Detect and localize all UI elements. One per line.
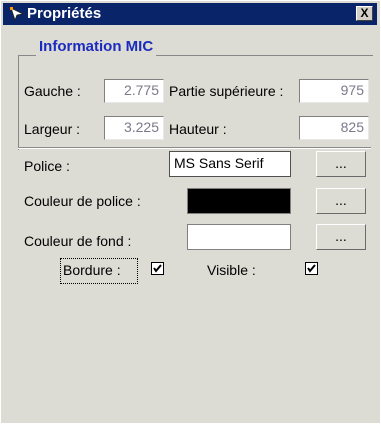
bg-color-label: Couleur de fond : bbox=[24, 233, 132, 249]
height-label: Hauteur : bbox=[169, 121, 227, 137]
font-color-swatch[interactable] bbox=[187, 188, 291, 214]
border-checkbox[interactable] bbox=[151, 262, 164, 275]
visible-checkbox[interactable] bbox=[305, 262, 318, 275]
separator bbox=[18, 147, 371, 149]
font-color-label: Couleur de police : bbox=[24, 193, 141, 209]
font-color-button[interactable]: ... bbox=[316, 188, 366, 214]
font-field[interactable]: MS Sans Serif bbox=[169, 151, 291, 177]
close-icon: X bbox=[360, 6, 369, 20]
visible-label: Visible : bbox=[207, 262, 256, 278]
properties-icon bbox=[10, 7, 25, 22]
top-label: Partie supérieure : bbox=[169, 83, 284, 99]
left-label: Gauche : bbox=[24, 83, 81, 99]
left-input[interactable]: 2.775 bbox=[104, 79, 164, 103]
bg-color-swatch[interactable] bbox=[187, 224, 291, 250]
width-input[interactable]: 3.225 bbox=[104, 116, 164, 140]
checkmark-icon bbox=[153, 264, 162, 273]
window-title: Propriétés bbox=[27, 5, 102, 22]
height-input[interactable]: 825 bbox=[299, 116, 369, 140]
close-button[interactable]: X bbox=[356, 6, 373, 21]
checkmark-icon bbox=[307, 264, 316, 273]
properties-window: Propriétés X Information MIC Gauche : 2.… bbox=[0, 0, 381, 424]
top-input[interactable]: 975 bbox=[299, 79, 369, 103]
title-bar[interactable]: Propriétés X bbox=[3, 3, 377, 25]
width-label: Largeur : bbox=[24, 121, 81, 137]
group-title: Information MIC bbox=[36, 38, 157, 56]
font-browse-button[interactable]: ... bbox=[316, 151, 366, 177]
border-label: Bordure : bbox=[63, 262, 121, 278]
font-label: Police : bbox=[24, 158, 70, 174]
bg-color-button[interactable]: ... bbox=[316, 224, 366, 250]
